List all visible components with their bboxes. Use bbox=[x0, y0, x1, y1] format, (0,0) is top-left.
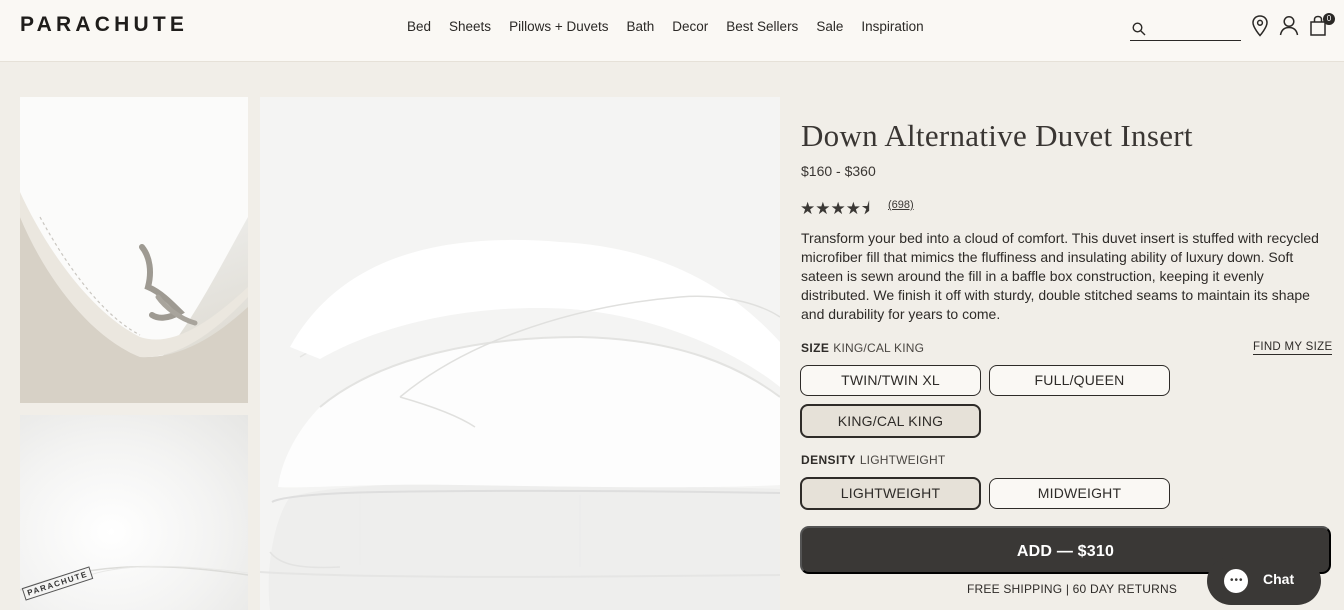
main-product-image[interactable] bbox=[260, 97, 780, 610]
chat-label: Chat bbox=[1263, 571, 1295, 587]
density-option-lightweight[interactable]: LIGHTWEIGHT bbox=[800, 477, 981, 510]
product-thumbnail-2[interactable]: PARACHUTE bbox=[20, 415, 248, 610]
search-box bbox=[1130, 17, 1241, 41]
account-icon[interactable] bbox=[1278, 14, 1300, 38]
search-icon[interactable] bbox=[1132, 22, 1146, 36]
size-option-king[interactable]: KING/CAL KING bbox=[800, 404, 981, 438]
nav-item-sheets[interactable]: Sheets bbox=[440, 18, 500, 35]
review-count-link[interactable]: (698) bbox=[888, 199, 914, 211]
nav-item-inspiration[interactable]: Inspiration bbox=[852, 18, 932, 35]
size-label: SIZE bbox=[801, 341, 830, 355]
nav-item-sale[interactable]: Sale bbox=[807, 18, 852, 35]
brand-logo[interactable]: PARACHUTE bbox=[20, 13, 188, 37]
density-label-row: DENSITY LIGHTWEIGHT bbox=[801, 453, 945, 467]
find-my-size-link[interactable]: FIND MY SIZE bbox=[1253, 341, 1333, 355]
search-input[interactable] bbox=[1150, 19, 1238, 39]
size-option-twin[interactable]: TWIN/TWIN XL bbox=[800, 365, 981, 396]
density-option-midweight[interactable]: MIDWEIGHT bbox=[989, 478, 1170, 509]
duvet-stack-image bbox=[260, 97, 780, 610]
density-selected-value: LIGHTWEIGHT bbox=[859, 453, 946, 467]
location-pin-icon[interactable] bbox=[1249, 14, 1271, 38]
density-label: DENSITY bbox=[801, 453, 856, 467]
chat-dots-icon: ••• bbox=[1230, 575, 1244, 586]
nav-item-bed[interactable]: Bed bbox=[398, 18, 440, 35]
nav-item-best-sellers[interactable]: Best Sellers bbox=[717, 18, 807, 35]
nav-item-pillows-duvets[interactable]: Pillows + Duvets bbox=[500, 18, 617, 35]
size-label-row: SIZE KING/CAL KING bbox=[801, 341, 924, 355]
cart-count-badge: 0 bbox=[1323, 13, 1335, 25]
rating-stars[interactable]: ★★★★⯨ bbox=[800, 196, 870, 225]
product-description: Transform your bed into a cloud of comfo… bbox=[801, 230, 1319, 322]
size-option-full-queen[interactable]: FULL/QUEEN bbox=[989, 365, 1170, 396]
duvet-corner-image bbox=[20, 97, 248, 403]
nav-item-decor[interactable]: Decor bbox=[663, 18, 717, 35]
size-selected-value: KING/CAL KING bbox=[833, 341, 925, 355]
nav-item-bath[interactable]: Bath bbox=[617, 18, 663, 35]
product-title: Down Alternative Duvet Insert bbox=[801, 118, 1193, 153]
main-nav: Bed Sheets Pillows + Duvets Bath Decor B… bbox=[398, 18, 933, 35]
site-header: PARACHUTE Bed Sheets Pillows + Duvets Ba… bbox=[0, 0, 1344, 62]
shipping-returns-note: FREE SHIPPING | 60 DAY RETURNS bbox=[967, 582, 1178, 596]
product-price: $160 - $360 bbox=[801, 163, 876, 179]
chat-button[interactable]: ••• Chat bbox=[1207, 557, 1321, 605]
product-thumbnail-1[interactable] bbox=[20, 97, 248, 403]
